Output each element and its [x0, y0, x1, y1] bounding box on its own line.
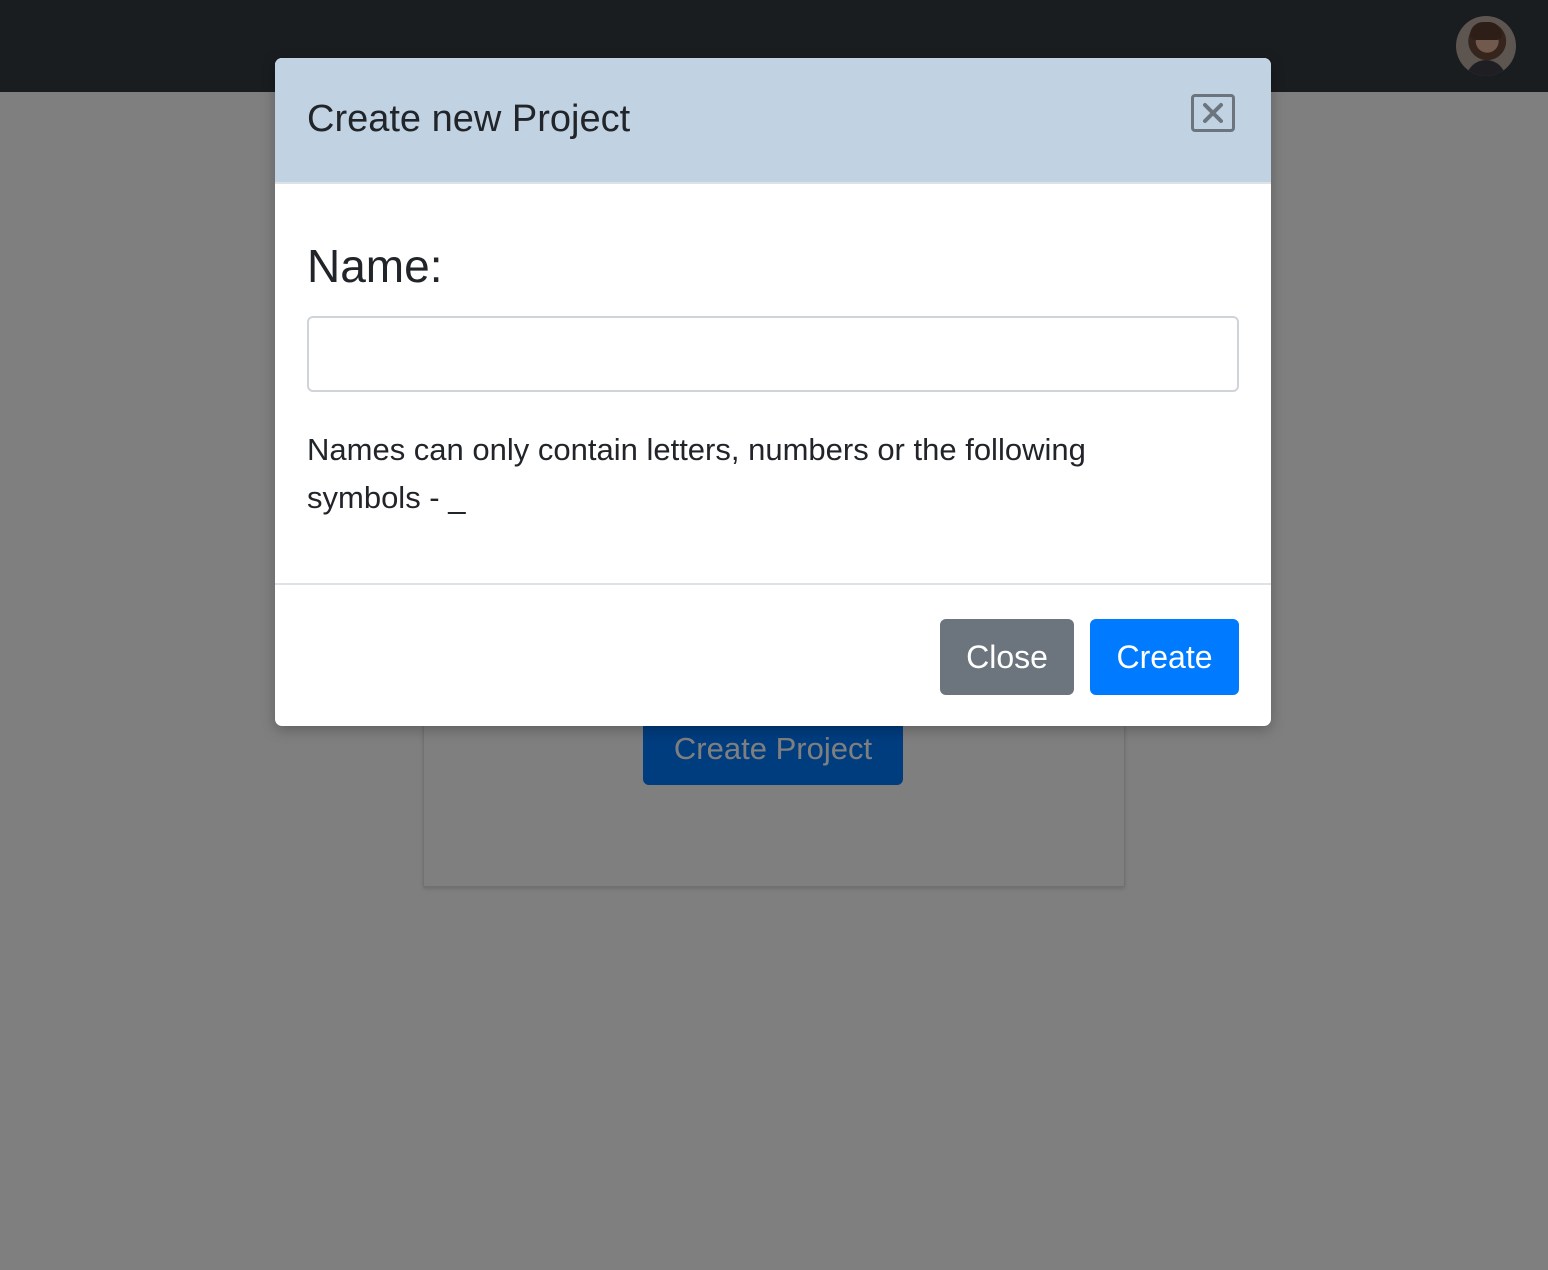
close-icon-button[interactable] [1191, 94, 1235, 132]
create-project-modal: Create new Project Name: Names can only … [275, 58, 1271, 726]
close-button[interactable]: Close [940, 619, 1074, 695]
modal-footer: Close Create [275, 583, 1271, 726]
close-icon [1203, 103, 1223, 123]
project-name-input[interactable] [307, 316, 1239, 392]
name-help-text: Names can only contain letters, numbers … [307, 432, 1086, 515]
modal-body: Name: Names can only contain letters, nu… [275, 184, 1271, 584]
modal-title: Create new Project [307, 98, 631, 140]
create-button[interactable]: Create [1090, 619, 1239, 695]
modal-header: Create new Project [275, 58, 1271, 184]
name-label: Name: [307, 240, 443, 292]
